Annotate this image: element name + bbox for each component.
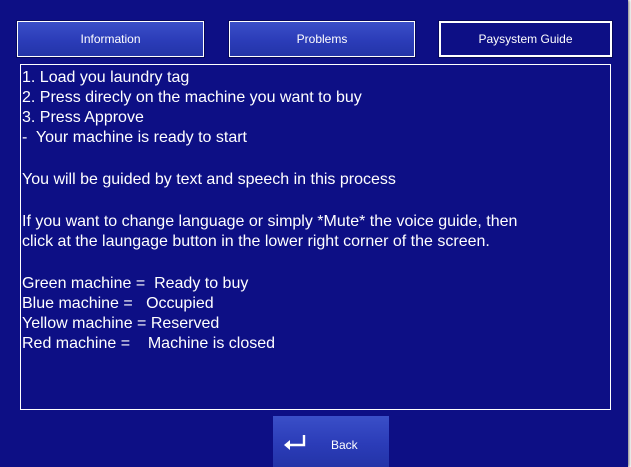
guide-step: 1. Load you laundry tag xyxy=(22,69,190,86)
guide-step: - Your machine is ready to start xyxy=(22,129,247,146)
guide-step: 2. Press direcly on the machine you want… xyxy=(22,89,362,106)
legend-yellow: Yellow machine = Reserved xyxy=(22,315,220,332)
legend-blue: Blue machine = Occupied xyxy=(22,295,214,312)
tab-problems-label: Problems xyxy=(296,32,348,46)
tab-paysystem-guide-label: Paysystem Guide xyxy=(478,32,573,46)
legend-green: Green machine = Ready to buy xyxy=(22,275,249,292)
guide-step: 3. Press Approve xyxy=(22,109,144,126)
back-button[interactable]: Back xyxy=(273,416,389,467)
guide-panel: 1. Load you laundry tag 2. Press direcly… xyxy=(20,64,611,410)
language-note-line: click at the laungage button in the lowe… xyxy=(22,233,490,250)
tab-paysystem-guide[interactable]: Paysystem Guide xyxy=(438,20,613,58)
tab-information-label: Information xyxy=(80,32,141,46)
language-note-line: If you want to change language or simply… xyxy=(22,213,518,230)
legend-red: Red machine = Machine is closed xyxy=(22,335,276,352)
back-button-label: Back xyxy=(331,438,358,452)
app-window: Information Problems Paysystem Guide 1. … xyxy=(0,0,628,467)
tab-information[interactable]: Information xyxy=(16,20,205,58)
tab-problems[interactable]: Problems xyxy=(228,20,416,58)
return-arrow-icon xyxy=(284,435,306,450)
guided-note: You will be guided by text and speech in… xyxy=(22,171,396,188)
